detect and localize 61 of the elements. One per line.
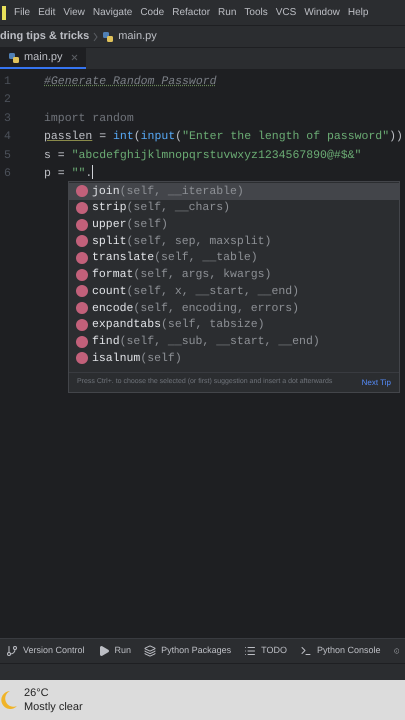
method-icon [76, 202, 88, 214]
menu-item[interactable]: View [63, 5, 85, 20]
app-logo-icon [2, 6, 6, 20]
branch-icon [6, 645, 18, 657]
code-text: #Generate Random Password [44, 74, 217, 90]
tool-window-button[interactable]: Run [98, 644, 132, 658]
code-text: "abcdefghijklmnopqrstuvwxyz1234567890@#$&" [72, 148, 362, 164]
moon-icon [0, 689, 18, 711]
play-icon [98, 645, 110, 657]
tool-window-button[interactable]: Version Control [6, 644, 85, 658]
code-text: . [85, 166, 92, 182]
code-text: ( [175, 129, 182, 146]
python-file-icon [102, 30, 114, 42]
chevron-icon [93, 32, 98, 42]
method-icon [76, 252, 88, 264]
method-icon [76, 185, 88, 198]
menu-item[interactable]: Navigate [92, 5, 132, 20]
tool-window-button[interactable]: TODO [244, 644, 287, 658]
method-icon [76, 302, 88, 314]
method-icon [76, 352, 88, 364]
code-text: = [98, 129, 108, 146]
menu-item[interactable]: Window [304, 5, 340, 20]
completion-item[interactable]: strip(self, __chars) [69, 200, 399, 216]
code-text: import random [44, 110, 134, 127]
editor-tab[interactable]: main.py [0, 48, 86, 69]
code-text: "" [72, 166, 86, 182]
code-text: )) [389, 129, 403, 146]
code-text: s = [44, 148, 66, 164]
layers-icon [144, 645, 156, 657]
code-text: input [140, 129, 176, 146]
code-text: p = [44, 166, 66, 182]
menu-item[interactable]: Edit [38, 5, 56, 20]
code-text: int [113, 129, 134, 146]
text-cursor [92, 165, 94, 180]
method-icon [76, 268, 88, 281]
menu-item[interactable]: File [14, 5, 30, 20]
method-icon [76, 285, 88, 298]
code-text: passlen [44, 129, 92, 146]
menu-item[interactable]: Run [218, 5, 236, 20]
temperature-text: 26°C [24, 686, 50, 700]
method-icon [76, 336, 88, 348]
tool-window-button[interactable]: Python Packages [144, 644, 232, 658]
code-text: "Enter the length of password" [182, 129, 390, 146]
code-text: ( [134, 129, 141, 146]
python-file-icon [8, 52, 20, 64]
menu-item[interactable]: Code [140, 5, 164, 20]
completion-item[interactable]: join(self, __iterable) [69, 183, 399, 200]
method-icon [76, 218, 88, 231]
menu-item[interactable]: Refactor [172, 5, 210, 20]
weather-text: Mostly clear [24, 700, 83, 714]
menu-item[interactable]: Tools [244, 5, 268, 20]
menu-item[interactable]: VCS [276, 5, 296, 20]
method-icon [76, 318, 88, 331]
tool-window-button[interactable]: Python Console [300, 644, 380, 658]
next-tip-link[interactable]: Next Tip [362, 376, 391, 388]
breadcrumb-item[interactable]: main.py [118, 28, 157, 45]
menu-item[interactable]: Help [348, 5, 368, 20]
console-icon [300, 645, 312, 657]
breadcrumb-item[interactable]: ding tips & tricks [0, 28, 90, 45]
close-icon[interactable] [70, 54, 78, 61]
method-icon [76, 235, 88, 248]
